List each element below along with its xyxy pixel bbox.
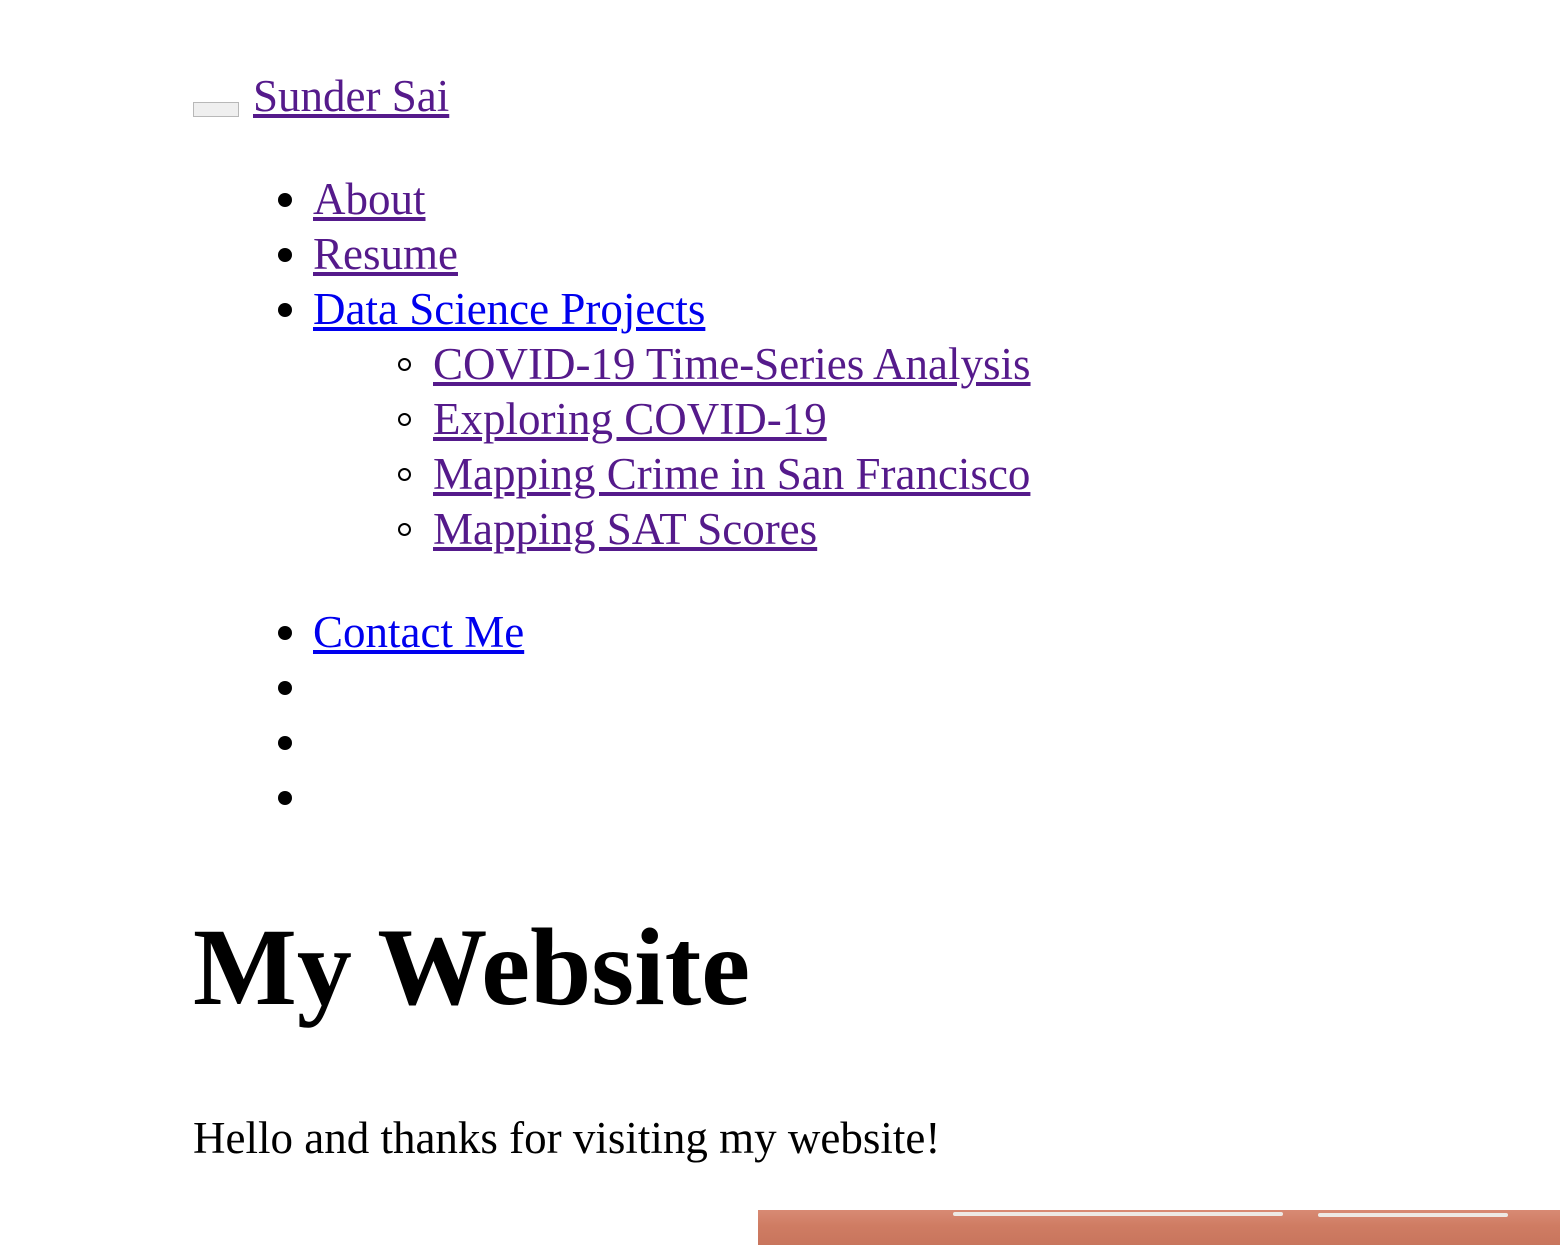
- hero-image-streak: [1318, 1213, 1508, 1217]
- hero-image: [758, 1210, 1560, 1245]
- bullet-disc-icon: [278, 736, 292, 750]
- page-title: My Website: [193, 906, 751, 1028]
- bullet-circle-icon: [398, 413, 411, 426]
- nav-link-contact[interactable]: Contact Me: [313, 607, 524, 657]
- submenu-link-mapping-crime[interactable]: Mapping Crime in San Francisco: [433, 449, 1030, 499]
- submenu-item-exploring-covid: Exploring COVID-19: [373, 392, 1153, 447]
- nav-link-data-science-projects[interactable]: Data Science Projects: [313, 284, 705, 334]
- submenu-item-mapping-crime: Mapping Crime in San Francisco: [373, 447, 1153, 502]
- nav-item-empty-2: [253, 715, 1153, 770]
- bullet-disc-icon: [278, 626, 292, 640]
- nav-link-about[interactable]: About: [313, 174, 426, 224]
- submenu-item-mapping-sat: Mapping SAT Scores: [373, 502, 1153, 557]
- nav-toggle-button[interactable]: [193, 102, 239, 117]
- submenu-link-exploring-covid[interactable]: Exploring COVID-19: [433, 394, 827, 444]
- site-brand-link[interactable]: Sunder Sai: [253, 68, 449, 124]
- bullet-disc-icon: [278, 193, 292, 207]
- submenu-item-covid-time-series: COVID-19 Time-Series Analysis: [373, 337, 1153, 392]
- intro-text: Hello and thanks for visiting my website…: [193, 1113, 941, 1163]
- hero-image-streak: [953, 1212, 1283, 1216]
- nav-item-contact: Contact Me: [253, 605, 1153, 660]
- nav-item-data-science-projects: Data Science Projects COVID-19 Time-Seri…: [253, 282, 1153, 605]
- bullet-circle-icon: [398, 523, 411, 536]
- bullet-disc-icon: [278, 303, 292, 317]
- submenu-link-mapping-sat[interactable]: Mapping SAT Scores: [433, 504, 817, 554]
- main-nav: About Resume Data Science Projects COVID…: [253, 172, 1153, 825]
- bullet-disc-icon: [278, 248, 292, 262]
- projects-submenu: COVID-19 Time-Series Analysis Exploring …: [373, 337, 1153, 605]
- bullet-disc-icon: [278, 791, 292, 805]
- submenu-link-covid-time-series[interactable]: COVID-19 Time-Series Analysis: [433, 339, 1031, 389]
- nav-link-resume[interactable]: Resume: [313, 229, 458, 279]
- nav-item-empty-3: [253, 770, 1153, 825]
- nav-item-empty-1: [253, 660, 1153, 715]
- bullet-circle-icon: [398, 468, 411, 481]
- bullet-disc-icon: [278, 681, 292, 695]
- nav-item-resume: Resume: [253, 227, 1153, 282]
- nav-item-about: About: [253, 172, 1153, 227]
- bullet-circle-icon: [398, 358, 411, 371]
